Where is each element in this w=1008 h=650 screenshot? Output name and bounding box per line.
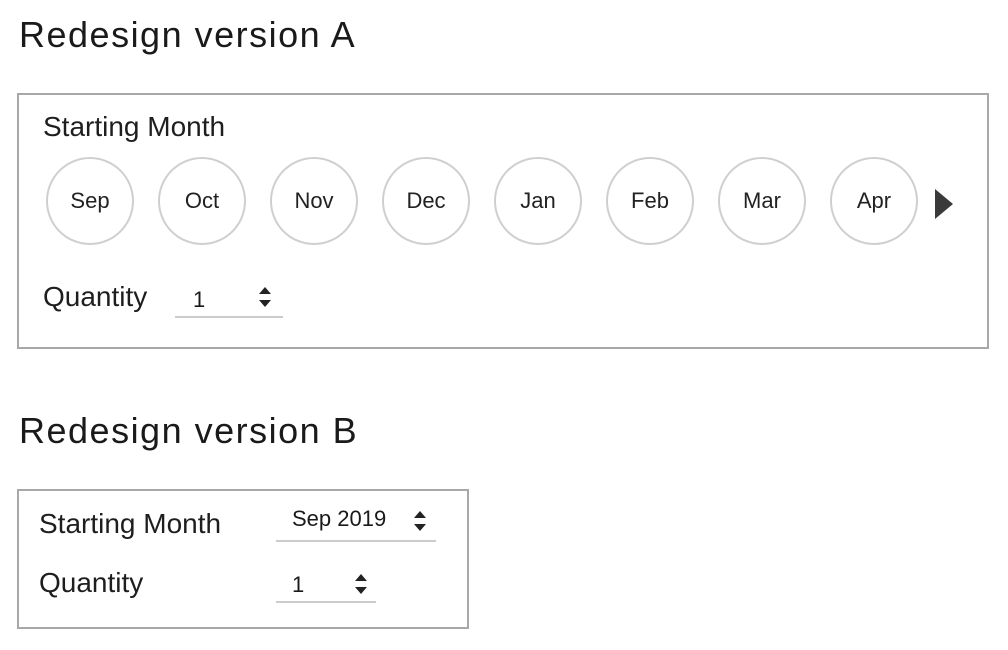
month-picker-row: Sep Oct Nov Dec Jan Feb Mar Apr xyxy=(46,157,942,245)
panel-version-a: Starting Month Sep Oct Nov Dec Jan Feb M… xyxy=(17,93,989,349)
quantity-value: 1 xyxy=(292,572,305,597)
month-button-oct[interactable]: Oct xyxy=(158,157,246,245)
quantity-select[interactable]: 1 xyxy=(175,278,283,318)
up-down-stepper-icon xyxy=(414,511,426,531)
quantity-label: Quantity xyxy=(43,281,148,312)
starting-month-select[interactable]: Sep 2019 xyxy=(276,500,436,542)
month-button-feb[interactable]: Feb xyxy=(606,157,694,245)
quantity-select[interactable]: 1 xyxy=(276,561,376,603)
section-title-version-b: Redesign version B xyxy=(19,410,359,451)
section-title-version-a: Redesign version A xyxy=(19,14,357,55)
month-button-nov[interactable]: Nov xyxy=(270,157,358,245)
starting-month-label: Starting Month xyxy=(39,508,222,539)
next-months-arrow-icon[interactable] xyxy=(935,189,953,219)
month-button-sep[interactable]: Sep xyxy=(46,157,134,245)
starting-month-label: Starting Month xyxy=(43,111,226,142)
up-down-stepper-icon xyxy=(355,574,367,594)
quantity-label: Quantity xyxy=(39,567,144,598)
up-down-stepper-icon xyxy=(259,287,271,307)
month-button-apr[interactable]: Apr xyxy=(830,157,918,245)
month-button-jan[interactable]: Jan xyxy=(494,157,582,245)
month-button-dec[interactable]: Dec xyxy=(382,157,470,245)
quantity-value: 1 xyxy=(193,287,206,312)
starting-month-value: Sep 2019 xyxy=(292,506,387,531)
panel-version-b: Starting Month Sep 2019 Quantity 1 xyxy=(17,489,469,629)
month-button-mar[interactable]: Mar xyxy=(718,157,806,245)
